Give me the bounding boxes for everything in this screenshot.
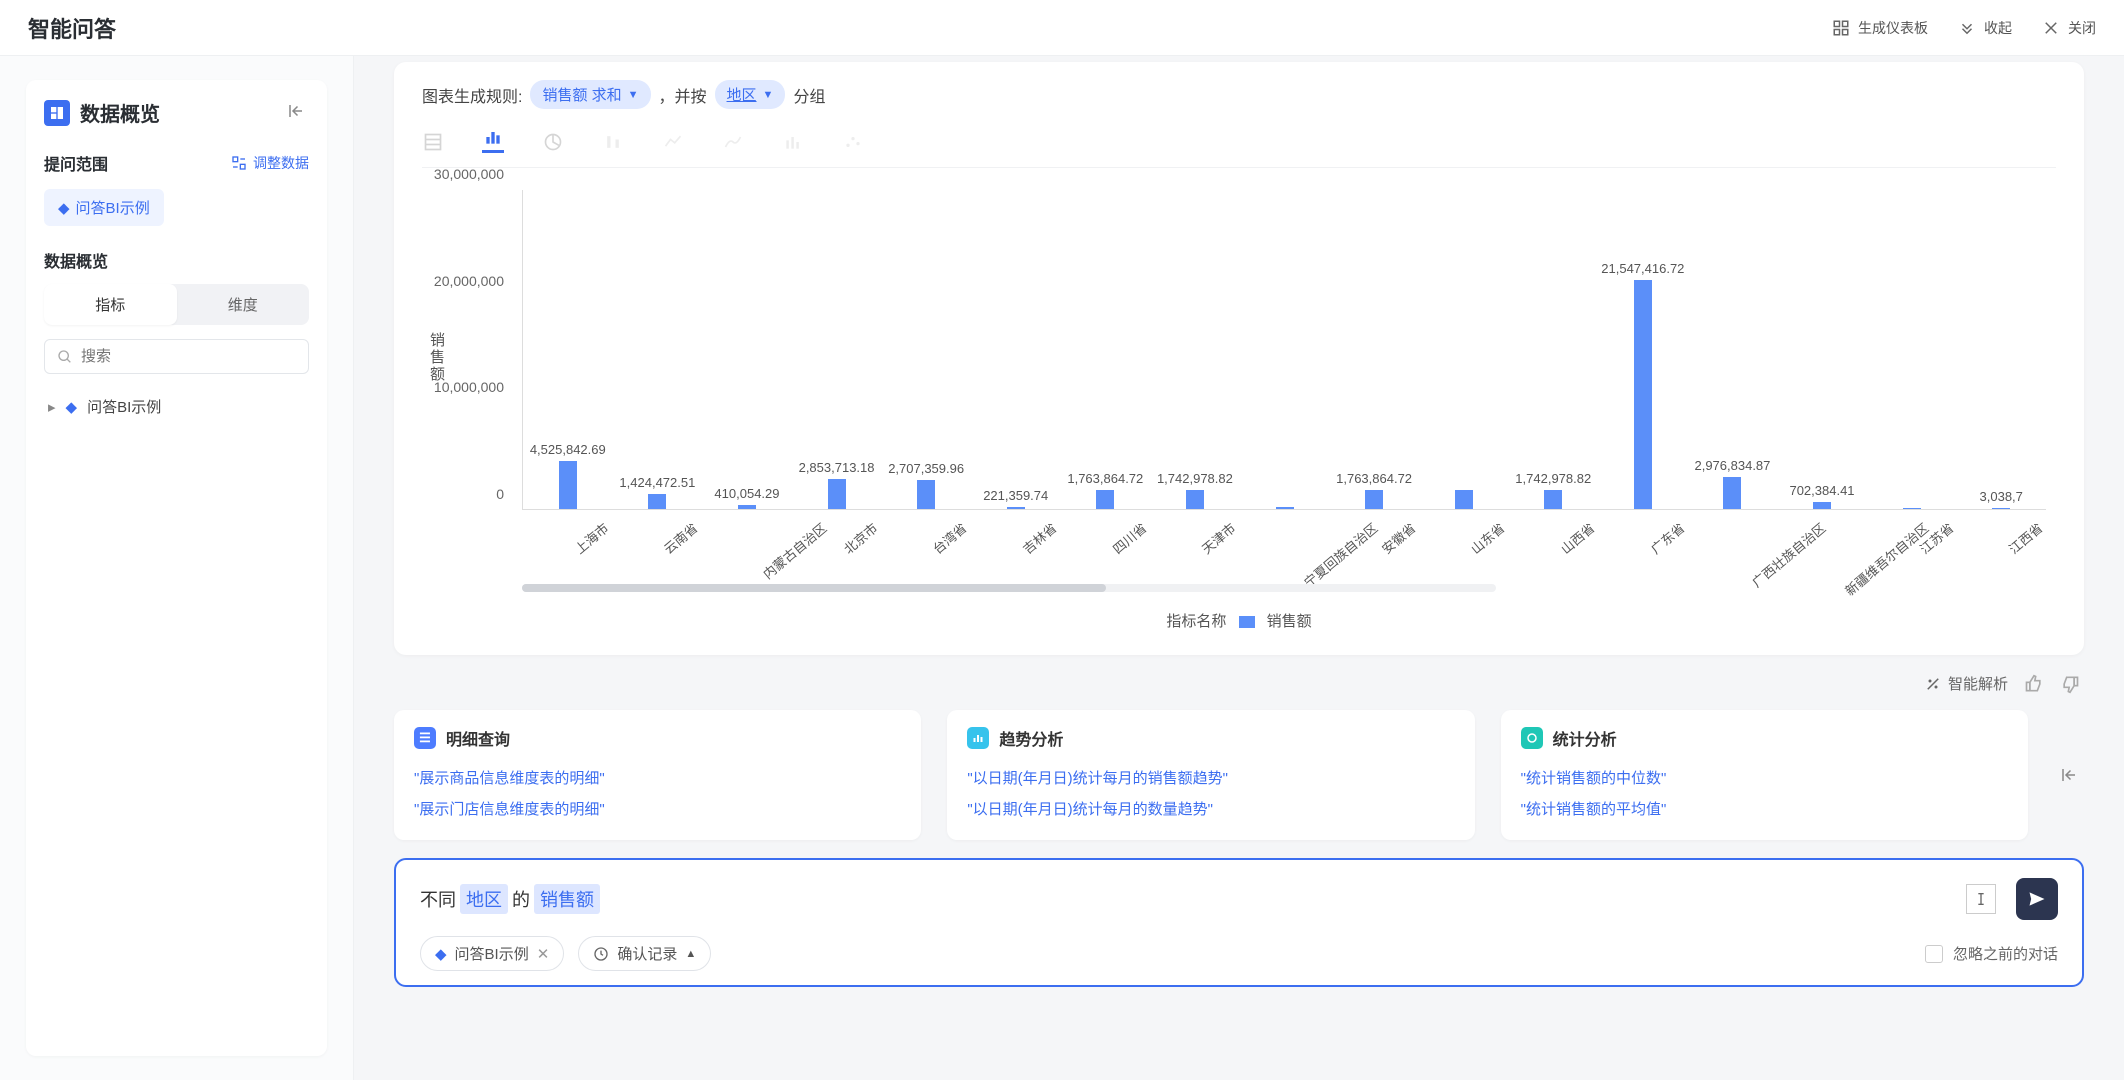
chart-type-combo-icon[interactable] [782,131,804,153]
diamond-icon: ◆ [435,945,447,963]
tree-item-example[interactable]: ▸ ◆ 问答BI示例 [44,388,309,425]
diamond-icon: ◆ [58,199,70,217]
bar[interactable]: 410,054.29 [738,505,756,509]
chart-plot[interactable]: 4,525,842.69 1,424,472.51 410,054.29 2,853,… [522,190,2046,510]
chart-type-stacked-icon[interactable] [602,131,624,153]
search-input-wrap[interactable] [44,339,309,374]
magic-icon [1924,675,1942,693]
chart-scrollbar[interactable] [522,584,1496,592]
suggestion-item[interactable]: "展示门店信息维度表的明细" [414,793,901,824]
search-icon [57,349,73,365]
close-button[interactable]: 关闭 [2042,18,2096,38]
suggestion-item[interactable]: "统计销售额的平均值" [1521,793,2008,824]
stats-icon [1521,727,1543,749]
close-icon [2042,19,2060,37]
caret-down-icon: ▼ [763,89,774,101]
suggestion-item[interactable]: "展示商品信息维度表的明细" [414,762,901,793]
bar[interactable]: 2,707,359.96 [917,480,935,509]
data-overview-icon [44,100,70,126]
query-input-bar: 不同 地区 的 销售额 ◆ 问答BI示例 ✕ [394,858,2084,987]
text-cursor-indicator [1966,884,1996,914]
sidebar: 数据概览 提问范围 调整数据 ◆ 问答BI示例 [0,56,354,1080]
close-icon[interactable]: ✕ [537,945,550,963]
history-chip[interactable]: 确认记录 ▲ [578,936,711,971]
caret-right-icon: ▸ [48,398,56,416]
metric-dimension-tabs: 指标 维度 [44,284,309,325]
scope-chip[interactable]: ◆ 问答BI示例 [44,189,164,226]
tab-metric[interactable]: 指标 [44,284,177,325]
clock-icon [593,946,609,962]
bar[interactable] [1455,490,1473,509]
thumbs-up-icon[interactable] [2024,674,2044,694]
bar[interactable]: 1,763,864.72 [1096,490,1114,509]
query-input[interactable]: 不同 地区 的 销售额 [420,884,1960,914]
bar[interactable]: 1,742,978.82 [1544,490,1562,509]
bar-chart: 销售额 010,000,00020,000,00030,000,000 4,52… [422,180,2056,580]
caret-up-icon: ▲ [685,948,696,960]
thumbs-down-icon[interactable] [2060,674,2080,694]
generate-dashboard-button[interactable]: 生成仪表板 [1832,18,1928,38]
bar[interactable]: 1,742,978.82 [1186,490,1204,509]
send-button[interactable] [2016,878,2058,920]
sidebar-collapse-button[interactable] [283,98,309,127]
chart-type-line-icon[interactable] [662,131,684,153]
bar[interactable]: 3,038,7 [1992,508,2010,509]
adjust-icon [231,155,247,171]
metric-selector[interactable]: 销售额 求和 ▼ [530,80,650,109]
checkbox[interactable] [1925,945,1943,963]
chart-type-bar-icon[interactable] [482,131,504,153]
bar[interactable]: 221,359.74 [1007,507,1025,509]
diamond-icon: ◆ [66,398,78,416]
chart-type-scatter-icon[interactable] [842,131,864,153]
suggestion-panel: ☰ 明细查询 "展示商品信息维度表的明细" "展示门店信息维度表的明细" 趋势分… [394,710,2084,840]
chart-type-pie-icon[interactable] [542,131,564,153]
scope-chip[interactable]: ◆ 问答BI示例 ✕ [420,936,564,971]
suggestion-item[interactable]: "以日期(年月日)统计每月的数量趋势" [967,793,1454,824]
dashboard-icon [1832,19,1850,37]
suggestion-stats-card: 统计分析 "统计销售额的中位数" "统计销售额的平均值" [1501,710,2028,840]
trend-icon [967,727,989,749]
suggestion-detail-card: ☰ 明细查询 "展示商品信息维度表的明细" "展示门店信息维度表的明细" [394,710,921,840]
search-input[interactable] [81,348,296,365]
suggestion-trend-card: 趋势分析 "以日期(年月日)统计每月的销售额趋势" "以日期(年月日)统计每月的… [947,710,1474,840]
token-sales[interactable]: 销售额 [534,884,600,914]
overview-label: 数据概览 [44,248,309,272]
chart-card: 图表生成规则: 销售额 求和 ▼ ，并按 地区 ▼ 分组 [394,62,2084,655]
adjust-data-button[interactable]: 调整数据 [231,153,309,173]
legend-swatch [1239,616,1255,628]
list-icon: ☰ [414,727,436,749]
chart-type-area-icon[interactable] [722,131,744,153]
bar[interactable]: 2,853,713.18 [828,479,846,509]
bar[interactable]: 702,384.41 [1813,502,1831,509]
suggestion-item[interactable]: "以日期(年月日)统计每月的销售额趋势" [967,762,1454,793]
chart-legend: 指标名称 销售额 [422,610,2056,631]
caret-down-icon: ▼ [628,89,639,101]
bar[interactable]: 1,763,864.72 [1365,490,1383,509]
top-actions: 生成仪表板 收起 关闭 [1832,18,2096,38]
tab-dimension[interactable]: 维度 [177,284,310,325]
suggestions-collapse-button[interactable] [2054,710,2084,840]
rule-prefix: 图表生成规则: [422,83,522,107]
dimension-selector[interactable]: 地区 ▼ [715,80,786,109]
chart-type-selector [422,123,2056,168]
bar[interactable]: 21,547,416.72 [1634,280,1652,509]
bar[interactable]: 2,976,834.87 [1723,477,1741,509]
scope-label: 提问范围 [44,151,108,175]
bar[interactable]: 1,424,472.51 [648,494,666,509]
ignore-previous-toggle[interactable]: 忽略之前的对话 [1925,943,2058,964]
bar[interactable]: 4,525,842.69 [559,461,577,509]
chart-type-table-icon[interactable] [422,131,444,153]
bar[interactable] [1903,508,1921,509]
collapse-button[interactable]: 收起 [1958,18,2012,38]
main-content: 图表生成规则: 销售额 求和 ▼ ，并按 地区 ▼ 分组 [354,56,2124,1080]
bar[interactable] [1276,507,1294,509]
suggestion-item[interactable]: "统计销售额的中位数" [1521,762,2008,793]
sidebar-title: 数据概览 [80,98,160,127]
token-region[interactable]: 地区 [460,884,508,914]
send-icon [2027,889,2047,909]
page-title: 智能问答 [28,12,116,44]
chevron-double-down-icon [1958,19,1976,37]
smart-analysis-button[interactable]: 智能解析 [1924,673,2008,694]
